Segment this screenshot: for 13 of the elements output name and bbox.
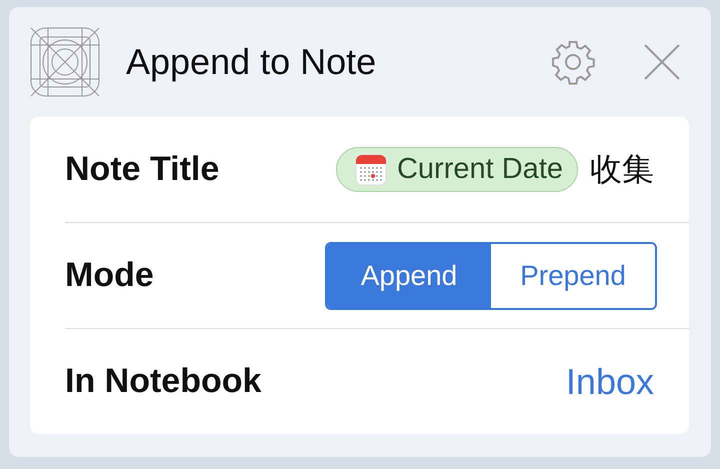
action-title: Append to Note: [126, 41, 378, 83]
parameter-label: Note Title: [65, 150, 220, 189]
token-label: Current Date: [396, 153, 563, 186]
mode-option[interactable]: Append: [327, 244, 491, 308]
app-placeholder-icon: [30, 27, 100, 97]
title-text: 收集: [590, 150, 654, 188]
notebook-link[interactable]: Inbox: [566, 360, 654, 402]
close-icon[interactable]: [643, 43, 681, 81]
calendar-icon: [354, 154, 387, 186]
variable-token[interactable]: Current Date: [336, 147, 578, 192]
settings-icon[interactable]: [549, 38, 597, 86]
parameter-label: In Notebook: [65, 362, 262, 401]
parameter-label: Mode: [65, 256, 154, 295]
